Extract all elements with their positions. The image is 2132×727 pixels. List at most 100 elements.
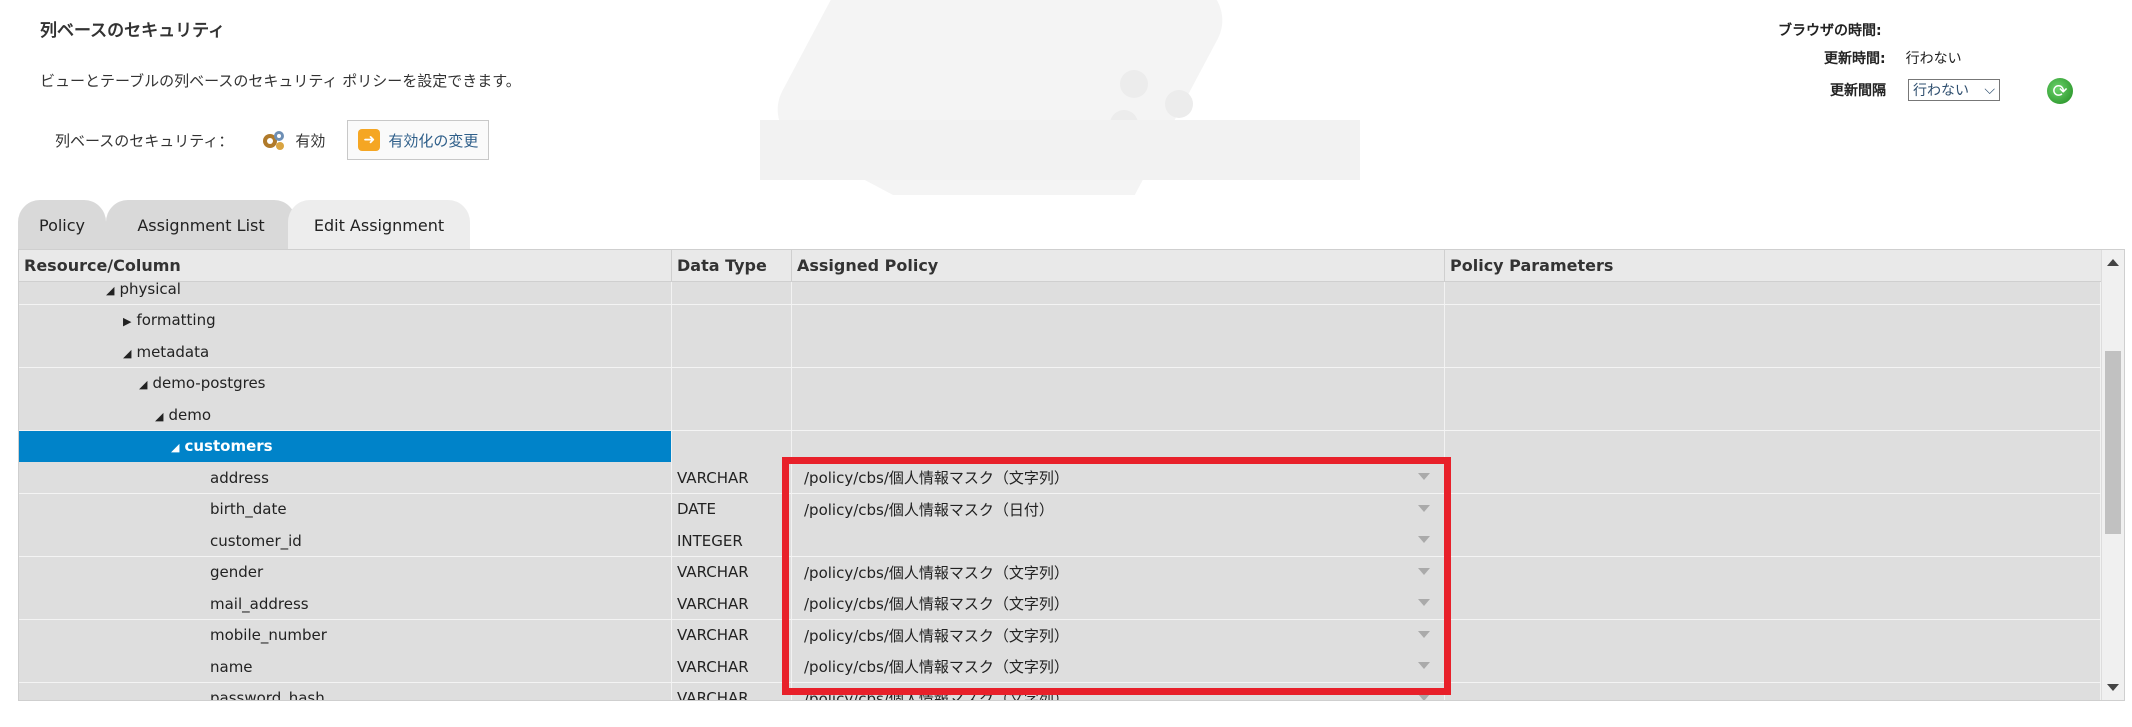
assigned-policy-cell[interactable]: /policy/cbs/個人情報マスク（文字列） xyxy=(792,588,1445,619)
assigned-policy-cell[interactable]: /policy/cbs/個人情報マスク（文字列） xyxy=(792,651,1445,682)
policy-parameters-cell[interactable] xyxy=(1445,399,2101,430)
arrow-right-icon: ➜ xyxy=(358,129,381,151)
collapse-icon[interactable]: ◢ xyxy=(155,410,163,423)
resource-cell[interactable]: mobile_number xyxy=(19,619,672,651)
scroll-down-icon[interactable] xyxy=(2107,684,2119,691)
table-row[interactable]: name VARCHAR/policy/cbs/個人情報マスク（文字列） xyxy=(19,651,2101,683)
table-row[interactable]: mail_address VARCHAR/policy/cbs/個人情報マスク（文… xyxy=(19,588,2101,620)
dropdown-arrow-icon[interactable] xyxy=(1418,630,1430,638)
resource-cell[interactable]: customer_id xyxy=(19,525,672,556)
table-row[interactable]: ◢ demo-postgres xyxy=(19,367,2101,400)
data-type-cell xyxy=(672,336,792,367)
policy-parameters-cell[interactable] xyxy=(1445,282,2101,304)
resource-label: demo xyxy=(168,405,212,424)
collapse-icon[interactable]: ◢ xyxy=(106,284,114,297)
data-type-cell: VARCHAR xyxy=(672,462,792,493)
policy-parameters-cell[interactable] xyxy=(1445,430,2101,462)
table-row[interactable]: ◢ customers xyxy=(19,430,2101,463)
policy-parameters-cell[interactable] xyxy=(1445,336,2101,367)
resource-cell[interactable]: ▶ formatting xyxy=(19,304,672,336)
dropdown-arrow-icon[interactable] xyxy=(1418,693,1430,700)
assigned-policy-cell[interactable]: /policy/cbs/個人情報マスク（文字列） xyxy=(792,462,1445,493)
scroll-up-icon[interactable] xyxy=(2107,259,2119,266)
scroll-thumb[interactable] xyxy=(2105,351,2121,534)
policy-parameters-cell[interactable] xyxy=(1445,462,2101,493)
data-type-cell xyxy=(672,399,792,430)
policy-parameters-cell[interactable] xyxy=(1445,525,2101,556)
tab-policy[interactable]: Policy xyxy=(18,200,106,250)
assigned-policy-value: /policy/cbs/個人情報マスク（文字列） xyxy=(804,595,1069,613)
policy-parameters-cell[interactable] xyxy=(1445,493,2101,525)
policy-parameters-cell[interactable] xyxy=(1445,619,2101,651)
resource-cell[interactable]: ◢ physical xyxy=(19,282,672,304)
assigned-policy-cell[interactable] xyxy=(792,336,1445,367)
assigned-policy-cell[interactable] xyxy=(792,525,1445,556)
change-activation-button[interactable]: ➜ 有効化の変更 xyxy=(347,120,490,160)
collapse-icon[interactable]: ◢ xyxy=(123,347,131,360)
assigned-policy-cell[interactable]: /policy/cbs/個人情報マスク（日付） xyxy=(792,493,1445,525)
resource-cell[interactable]: birth_date xyxy=(19,493,672,525)
resource-name: mobile_number xyxy=(19,626,327,644)
assigned-policy-cell[interactable]: /policy/cbs/個人情報マスク（文字列） xyxy=(792,682,1445,700)
resource-cell[interactable]: ◢ metadata xyxy=(19,336,672,367)
resource-cell[interactable]: name xyxy=(19,651,672,682)
assigned-policy-cell[interactable] xyxy=(792,282,1445,304)
dropdown-arrow-icon[interactable] xyxy=(1418,504,1430,512)
tab-assignment-list[interactable]: Assignment List xyxy=(106,200,296,250)
resource-label: gender xyxy=(210,563,264,581)
resource-label: customer_id xyxy=(210,531,302,550)
resource-name: ◢ customers xyxy=(19,437,273,455)
gears-icon xyxy=(261,129,287,151)
dropdown-arrow-icon[interactable] xyxy=(1418,536,1430,543)
assigned-policy-cell[interactable] xyxy=(792,399,1445,430)
table-row[interactable]: customer_id INTEGER xyxy=(19,525,2101,557)
table-row[interactable]: ◢ demo xyxy=(19,399,2101,431)
background-decoration xyxy=(760,0,1360,195)
column-header-data-type[interactable]: Data Type xyxy=(672,250,792,281)
resource-cell[interactable]: address xyxy=(19,462,672,493)
table-row[interactable]: ▶ formatting xyxy=(19,304,2101,337)
policy-parameters-cell[interactable] xyxy=(1445,651,2101,682)
table-row[interactable]: ◢ physical xyxy=(19,282,2101,305)
table-row[interactable]: mobile_number VARCHAR/policy/cbs/個人情報マスク（… xyxy=(19,619,2101,652)
column-header-policy-parameters[interactable]: Policy Parameters xyxy=(1445,250,2101,281)
resource-cell[interactable]: ◢ demo-postgres xyxy=(19,367,672,399)
dropdown-arrow-icon[interactable] xyxy=(1418,662,1430,669)
expand-icon[interactable]: ▶ xyxy=(123,315,131,328)
resource-cell[interactable]: ◢ customers xyxy=(19,430,672,462)
table-row[interactable]: ◢ metadata xyxy=(19,336,2101,368)
assigned-policy-cell[interactable] xyxy=(792,430,1445,462)
resource-cell[interactable]: password_hash xyxy=(19,682,672,700)
assigned-policy-cell[interactable] xyxy=(792,304,1445,336)
resource-label: customers xyxy=(184,437,273,455)
policy-parameters-cell[interactable] xyxy=(1445,367,2101,399)
policy-parameters-cell[interactable] xyxy=(1445,304,2101,336)
dropdown-arrow-icon[interactable] xyxy=(1418,599,1430,606)
dropdown-arrow-icon[interactable] xyxy=(1418,567,1430,575)
resource-cell[interactable]: ◢ demo xyxy=(19,399,672,430)
resource-name: birth_date xyxy=(19,500,287,518)
assigned-policy-cell[interactable]: /policy/cbs/個人情報マスク（文字列） xyxy=(792,556,1445,588)
column-header-assigned-policy[interactable]: Assigned Policy xyxy=(792,250,1445,281)
collapse-icon[interactable]: ◢ xyxy=(139,378,147,391)
assigned-policy-cell[interactable] xyxy=(792,367,1445,399)
tab-edit-assignment[interactable]: Edit Assignment xyxy=(288,200,470,250)
table-row[interactable]: password_hash VARCHAR/policy/cbs/個人情報マスク（… xyxy=(19,682,2101,700)
dropdown-arrow-icon[interactable] xyxy=(1418,473,1430,480)
table-row[interactable]: gender VARCHAR/policy/cbs/個人情報マスク（文字列） xyxy=(19,556,2101,589)
table-row[interactable]: address VARCHAR/policy/cbs/個人情報マスク（文字列） xyxy=(19,462,2101,494)
interval-select[interactable]: 行わない ⌵ xyxy=(1908,79,2000,101)
resource-cell[interactable]: mail_address xyxy=(19,588,672,619)
policy-parameters-cell[interactable] xyxy=(1445,588,2101,619)
assigned-policy-cell[interactable]: /policy/cbs/個人情報マスク（文字列） xyxy=(792,619,1445,651)
security-label: 列ベースのセキュリティ： xyxy=(55,131,234,150)
policy-parameters-cell[interactable] xyxy=(1445,556,2101,588)
resource-cell[interactable]: gender xyxy=(19,556,672,588)
vertical-scrollbar[interactable] xyxy=(2101,250,2124,700)
data-type-cell: VARCHAR xyxy=(672,651,792,682)
table-row[interactable]: birth_date DATE/policy/cbs/個人情報マスク（日付） xyxy=(19,493,2101,526)
collapse-icon[interactable]: ◢ xyxy=(171,441,179,454)
column-header-resource[interactable]: Resource/Column xyxy=(19,250,672,281)
policy-parameters-cell[interactable] xyxy=(1445,682,2101,700)
refresh-icon[interactable]: ⟳ xyxy=(2047,78,2073,104)
